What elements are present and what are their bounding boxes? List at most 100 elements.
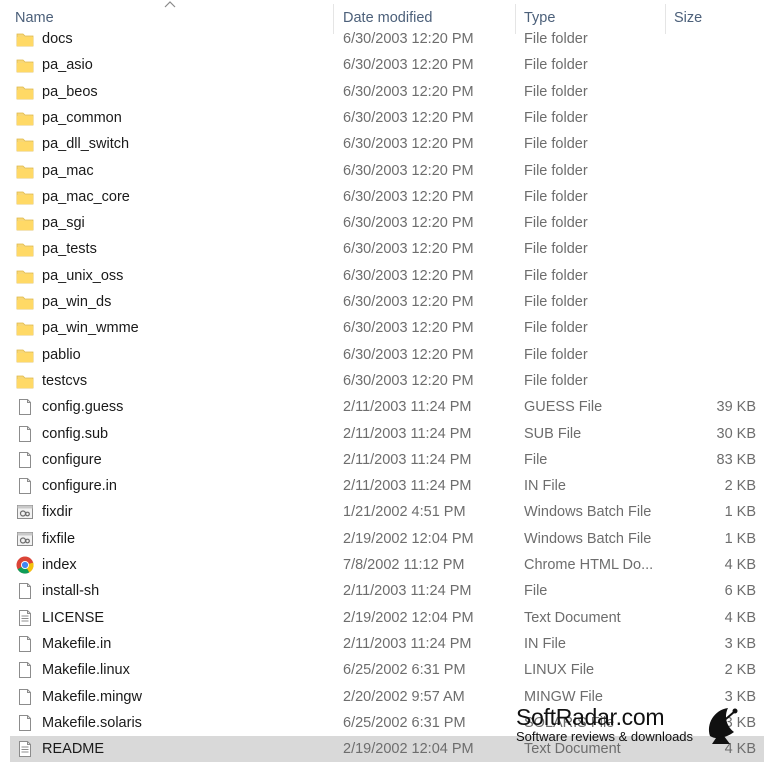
file-name: README bbox=[42, 741, 105, 758]
file-icon bbox=[16, 635, 34, 653]
file-size: 1 KB bbox=[724, 504, 756, 521]
file-type: LINUX File bbox=[524, 662, 595, 679]
folder-icon bbox=[16, 319, 34, 337]
file-size: 1 KB bbox=[724, 530, 756, 547]
file-name: pa_tests bbox=[42, 241, 97, 258]
file-size: 3 KB bbox=[724, 688, 756, 705]
file-row[interactable]: config.guess 2/11/2003 11:24 PM GUESS File… bbox=[10, 394, 764, 420]
file-row[interactable]: docs 6/30/2003 12:20 PM File folder bbox=[10, 26, 764, 52]
file-row[interactable]: Makefile.linux 6/25/2002 6:31 PM LINUX Fil… bbox=[10, 657, 764, 683]
file-size: 2 KB bbox=[724, 478, 756, 495]
file-size: 39 KB bbox=[716, 399, 757, 416]
file-size bbox=[676, 184, 756, 210]
file-type: MINGW File bbox=[524, 688, 603, 705]
file-type: SOLARIS File bbox=[524, 714, 615, 731]
chrome-icon bbox=[16, 556, 34, 574]
file-name: pa_mac_core bbox=[42, 188, 130, 205]
file-date-modified: 7/8/2002 11:12 PM bbox=[343, 557, 465, 573]
file-date-modified: 6/30/2003 12:20 PM bbox=[343, 83, 474, 100]
file-size bbox=[676, 158, 756, 184]
file-date-modified: 6/30/2003 12:20 PM bbox=[343, 162, 474, 179]
file-row[interactable]: pa_win_wmme 6/30/2003 12:20 PM File folder bbox=[10, 315, 764, 341]
file-type: File bbox=[524, 451, 548, 468]
file-row[interactable]: configure 2/11/2003 11:24 PM File 83 KB bbox=[10, 447, 764, 473]
file-name: docs bbox=[42, 31, 73, 47]
file-row[interactable]: pa_win_ds 6/30/2003 12:20 PM File folder bbox=[10, 289, 764, 315]
file-type: File bbox=[524, 583, 548, 600]
file-row[interactable]: install-sh 2/11/2003 11:24 PM File 6 KB bbox=[10, 578, 764, 604]
file-type: File folder bbox=[524, 346, 588, 363]
folder-icon bbox=[16, 293, 34, 311]
file-row[interactable]: pa_mac 6/30/2003 12:20 PM File folder bbox=[10, 158, 764, 184]
file-row[interactable]: README 2/19/2002 12:04 PM Text Document 4 K… bbox=[10, 736, 764, 763]
file-icon bbox=[16, 714, 34, 732]
file-size: 2 KB bbox=[724, 662, 756, 679]
file-name: Makefile.in bbox=[42, 635, 112, 652]
file-row[interactable]: pa_unix_oss 6/30/2003 12:20 PM File folder bbox=[10, 263, 764, 289]
file-size: 4 KB bbox=[724, 741, 756, 758]
file-type: File folder bbox=[524, 31, 588, 47]
file-row[interactable]: pa_dll_switch 6/30/2003 12:20 PM File fold… bbox=[10, 131, 764, 157]
file-name: configure.in bbox=[42, 478, 117, 495]
file-date-modified: 2/11/2003 11:24 PM bbox=[343, 451, 472, 468]
file-row[interactable]: testcvs 6/30/2003 12:20 PM File folder bbox=[10, 368, 764, 394]
file-date-modified: 2/19/2002 12:04 PM bbox=[343, 741, 474, 758]
file-size bbox=[676, 315, 756, 341]
file-row[interactable]: pa_mac_core 6/30/2003 12:20 PM File folder bbox=[10, 184, 764, 210]
file-size bbox=[676, 368, 756, 394]
file-icon bbox=[16, 425, 34, 443]
file-row[interactable]: config.sub 2/11/2003 11:24 PM SUB File 30 K… bbox=[10, 421, 764, 447]
file-row[interactable]: Makefile.in 2/11/2003 11:24 PM IN File 3 KB bbox=[10, 631, 764, 657]
file-date-modified: 6/30/2003 12:20 PM bbox=[343, 267, 474, 284]
file-date-modified: 2/19/2002 12:04 PM bbox=[343, 530, 474, 547]
file-date-modified: 2/20/2002 9:57 AM bbox=[343, 688, 465, 705]
folder-icon bbox=[16, 346, 34, 364]
file-type: Chrome HTML Do... bbox=[524, 557, 654, 573]
file-row[interactable]: LICENSE 2/19/2002 12:04 PM Text Document 4 … bbox=[10, 605, 764, 631]
folder-icon bbox=[16, 83, 34, 101]
file-name: Makefile.linux bbox=[42, 662, 130, 679]
file-row[interactable]: pablio 6/30/2003 12:20 PM File folder bbox=[10, 342, 764, 368]
batch-file-icon bbox=[16, 530, 34, 548]
file-date-modified: 2/11/2003 11:24 PM bbox=[343, 583, 472, 600]
folder-icon bbox=[16, 56, 34, 74]
file-icon bbox=[16, 688, 34, 706]
file-size: 83 KB bbox=[716, 451, 757, 468]
file-date-modified: 6/30/2003 12:20 PM bbox=[343, 320, 474, 337]
file-date-modified: 2/11/2003 11:24 PM bbox=[343, 399, 472, 416]
file-name: pa_sgi bbox=[42, 215, 85, 232]
text-document-icon bbox=[16, 609, 34, 627]
file-name: testcvs bbox=[42, 372, 88, 389]
file-row[interactable]: pa_beos 6/30/2003 12:20 PM File folder bbox=[10, 79, 764, 105]
file-date-modified: 2/11/2003 11:24 PM bbox=[343, 478, 472, 495]
file-type: GUESS File bbox=[524, 399, 603, 416]
file-row[interactable]: configure.in 2/11/2003 11:24 PM IN File 2 K… bbox=[10, 473, 764, 499]
file-name: fixdir bbox=[42, 504, 73, 521]
file-row[interactable]: pa_sgi 6/30/2003 12:20 PM File folder bbox=[10, 210, 764, 236]
file-date-modified: 6/30/2003 12:20 PM bbox=[343, 188, 474, 205]
file-name: pa_mac bbox=[42, 162, 94, 179]
file-date-modified: 6/30/2003 12:20 PM bbox=[343, 241, 474, 258]
file-name: Makefile.solaris bbox=[42, 714, 142, 731]
file-size: 4 KB bbox=[724, 557, 756, 573]
file-type: File folder bbox=[524, 188, 588, 205]
file-icon bbox=[16, 398, 34, 416]
file-size bbox=[676, 26, 756, 52]
file-row[interactable]: fixfile 2/19/2002 12:04 PM Windows Batch F… bbox=[10, 526, 764, 552]
file-row[interactable]: index 7/8/2002 11:12 PM Chrome HTML Do... 4… bbox=[10, 552, 764, 578]
file-row[interactable]: fixdir 1/21/2002 4:51 PM Windows Batch Fil… bbox=[10, 499, 764, 525]
file-type: File folder bbox=[524, 320, 588, 337]
folder-icon bbox=[16, 240, 34, 258]
file-type: IN File bbox=[524, 478, 566, 495]
file-row[interactable]: Makefile.solaris 6/25/2002 6:31 PM SOLARIS… bbox=[10, 710, 764, 736]
file-type: Text Document bbox=[524, 741, 621, 758]
file-row[interactable]: Makefile.mingw 2/20/2002 9:57 AM MINGW Fil… bbox=[10, 684, 764, 710]
file-name: config.sub bbox=[42, 425, 109, 442]
file-size bbox=[676, 105, 756, 131]
file-name: pa_dll_switch bbox=[42, 136, 130, 153]
file-row[interactable]: pa_asio 6/30/2003 12:20 PM File folder bbox=[10, 52, 764, 78]
file-row[interactable]: pa_common 6/30/2003 12:20 PM File folder bbox=[10, 105, 764, 131]
file-size bbox=[676, 210, 756, 236]
file-row[interactable]: pa_tests 6/30/2003 12:20 PM File folder bbox=[10, 236, 764, 262]
file-date-modified: 6/30/2003 12:20 PM bbox=[343, 136, 474, 153]
